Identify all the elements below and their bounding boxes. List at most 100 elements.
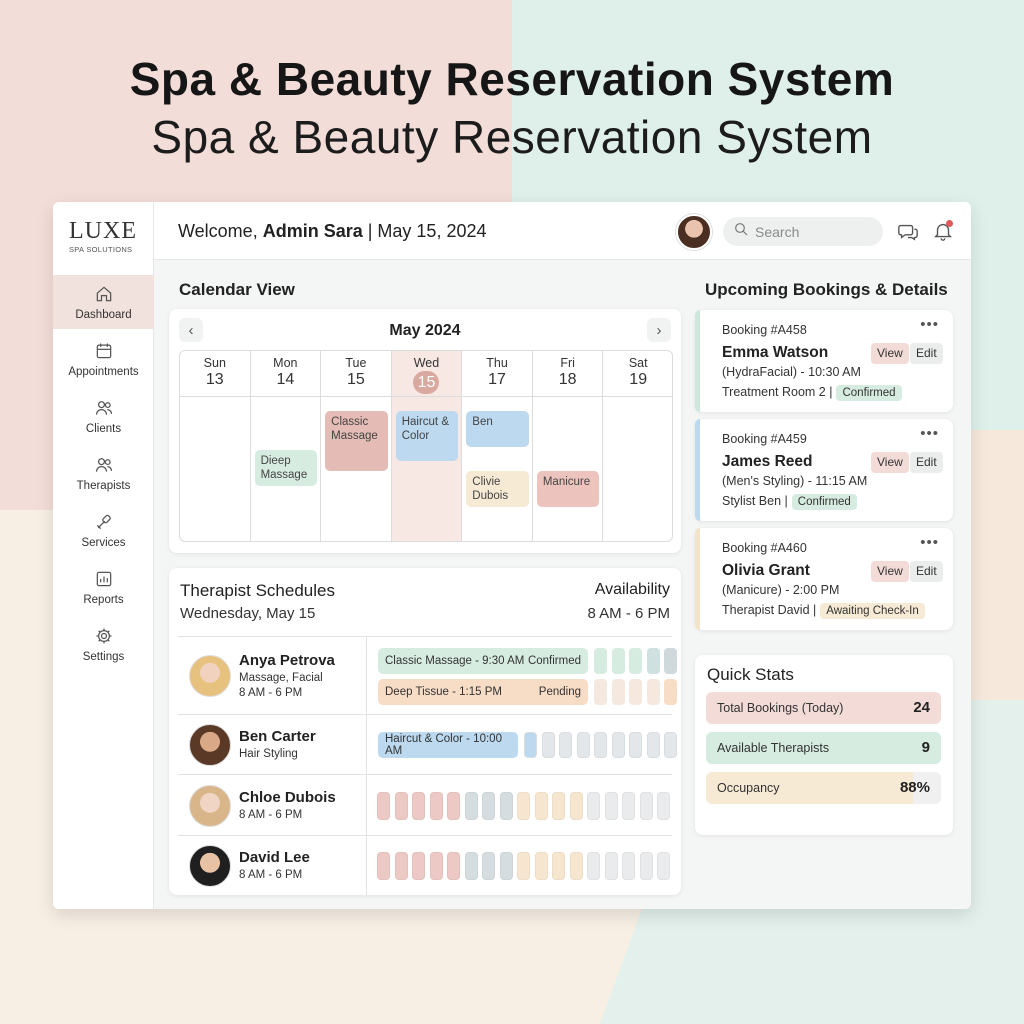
availability-slot[interactable] (657, 852, 670, 880)
calendar-event[interactable]: Classic Massage (325, 411, 388, 471)
chat-icon[interactable] (897, 221, 919, 248)
calendar-next-button[interactable]: › (647, 318, 671, 342)
therapist-row[interactable]: David Lee 8 AM - 6 PM (178, 835, 672, 895)
availability-slot[interactable] (629, 679, 642, 705)
calendar-day-column[interactable]: Fri 18 (532, 351, 604, 541)
edit-button[interactable]: Edit (910, 561, 943, 582)
availability-slot[interactable] (482, 791, 495, 820)
view-button[interactable]: View (871, 452, 909, 473)
availability-slot[interactable] (524, 732, 537, 758)
availability-slot[interactable] (447, 791, 460, 820)
availability-slot[interactable] (534, 852, 548, 880)
therapist-row[interactable]: Anya Petrova Massage, Facial 8 AM - 6 PM Cl… (178, 636, 677, 714)
availability-slot[interactable] (664, 732, 677, 758)
calendar-day-column[interactable]: Sun 13 (180, 351, 251, 541)
calendar-day-column[interactable]: Mon 14 (250, 351, 322, 541)
booking-card[interactable]: Booking #A458 Emma Watson (HydraFacial) - … (695, 310, 953, 412)
nav-item-therapists[interactable]: Therapists (53, 446, 154, 500)
therapist-row[interactable]: Chloe Dubois 8 AM - 6 PM (178, 774, 672, 835)
nav-item-clients[interactable]: Clients (53, 389, 154, 443)
therapist-row[interactable]: Ben Carter Hair Styling Haircut & Color - … (178, 714, 677, 774)
booking-service: (Manicure) - 2:00 PM (722, 583, 840, 597)
availability-slot[interactable] (482, 852, 495, 880)
stat-row[interactable]: Occupancy 88% (706, 772, 941, 804)
nav-item-dashboard[interactable]: Dashboard (53, 275, 154, 329)
availability-slot[interactable] (646, 732, 660, 758)
availability-slot[interactable] (664, 648, 677, 674)
calendar-event[interactable]: Ben (466, 411, 529, 447)
availability-slot[interactable] (569, 791, 583, 820)
availability-slot[interactable] (622, 852, 635, 880)
availability-slot[interactable] (639, 852, 653, 880)
availability-slot[interactable] (499, 852, 513, 880)
nav-item-reports[interactable]: Reports (53, 560, 154, 614)
nav-item-services[interactable]: Services (53, 503, 154, 557)
calendar-event[interactable]: Dieep Massage (254, 450, 318, 486)
availability-slot[interactable] (622, 791, 635, 820)
availability-slot[interactable] (587, 852, 600, 880)
edit-button[interactable]: Edit (910, 452, 943, 473)
availability-slot[interactable] (611, 732, 625, 758)
availability-slot[interactable] (611, 679, 625, 705)
appointment-pill[interactable]: Deep Tissue - 1:15 PM Pending (378, 679, 588, 705)
availability-slot[interactable] (517, 852, 530, 880)
calendar-event[interactable]: Clivie Dubois (466, 471, 529, 507)
nav-item-appointments[interactable]: Appointments (53, 332, 154, 386)
availability-slot[interactable] (534, 791, 548, 820)
calendar-event[interactable]: Manicure (536, 471, 600, 507)
availability-slot[interactable] (646, 648, 660, 674)
nav-item-settings[interactable]: Settings (53, 617, 154, 671)
search-box[interactable] (723, 217, 883, 246)
appointment-pill[interactable]: Classic Massage - 9:30 AM Confirmed (378, 648, 588, 674)
availability-slot[interactable] (594, 679, 607, 705)
more-options-icon[interactable]: ••• (920, 534, 939, 551)
availability-slot[interactable] (429, 791, 443, 820)
availability-slot[interactable] (611, 648, 625, 674)
availability-slot[interactable] (541, 732, 555, 758)
availability-slot[interactable] (429, 852, 443, 880)
appointment-pill[interactable]: Haircut & Color - 10:00 AM (378, 732, 518, 758)
availability-slot[interactable] (569, 852, 583, 880)
availability-slot[interactable] (377, 852, 390, 880)
view-button[interactable]: View (871, 343, 909, 364)
stat-row[interactable]: Total Bookings (Today) 24 (706, 692, 941, 724)
quick-stats-title: Quick Stats (707, 665, 794, 684)
availability-slot[interactable] (559, 732, 572, 758)
availability-slot[interactable] (517, 791, 530, 820)
user-avatar[interactable] (676, 214, 712, 250)
edit-button[interactable]: Edit (910, 343, 943, 364)
stat-row[interactable]: Available Therapists 9 (706, 732, 941, 764)
availability-slot[interactable] (657, 791, 670, 820)
availability-slot[interactable] (576, 732, 590, 758)
availability-slot[interactable] (464, 791, 478, 820)
availability-slot[interactable] (646, 679, 660, 705)
availability-slot[interactable] (499, 791, 513, 820)
availability-slot[interactable] (629, 648, 642, 674)
booking-card[interactable]: Booking #A460 Olivia Grant (Manicure) - 2:… (695, 528, 953, 630)
calendar-event[interactable]: Haircut & Color (395, 411, 459, 461)
more-options-icon[interactable]: ••• (920, 316, 939, 333)
availability-slot[interactable] (664, 679, 677, 705)
calendar-day-column[interactable]: Sat 19 (603, 351, 672, 541)
availability-slot[interactable] (552, 791, 565, 820)
availability-slot[interactable] (629, 732, 642, 758)
booking-card[interactable]: Booking #A459 James Reed (Men's Styling) -… (695, 419, 953, 521)
view-button[interactable]: View (871, 561, 909, 582)
availability-slot[interactable] (412, 791, 425, 820)
search-input[interactable] (755, 223, 875, 240)
availability-slot[interactable] (412, 852, 425, 880)
more-options-icon[interactable]: ••• (920, 425, 939, 442)
availability-slot[interactable] (552, 852, 565, 880)
availability-slot[interactable] (594, 732, 607, 758)
availability-slot[interactable] (604, 852, 618, 880)
availability-slot[interactable] (447, 852, 460, 880)
availability-slot[interactable] (394, 791, 408, 820)
availability-slot[interactable] (377, 791, 390, 820)
availability-slot[interactable] (587, 791, 600, 820)
availability-slot[interactable] (594, 648, 607, 674)
availability-slot[interactable] (394, 852, 408, 880)
availability-slot[interactable] (639, 791, 653, 820)
availability-slot[interactable] (604, 791, 618, 820)
availability-slot[interactable] (464, 852, 478, 880)
brand-logo[interactable]: LUXE SPA SOLUTIONS (69, 218, 137, 254)
